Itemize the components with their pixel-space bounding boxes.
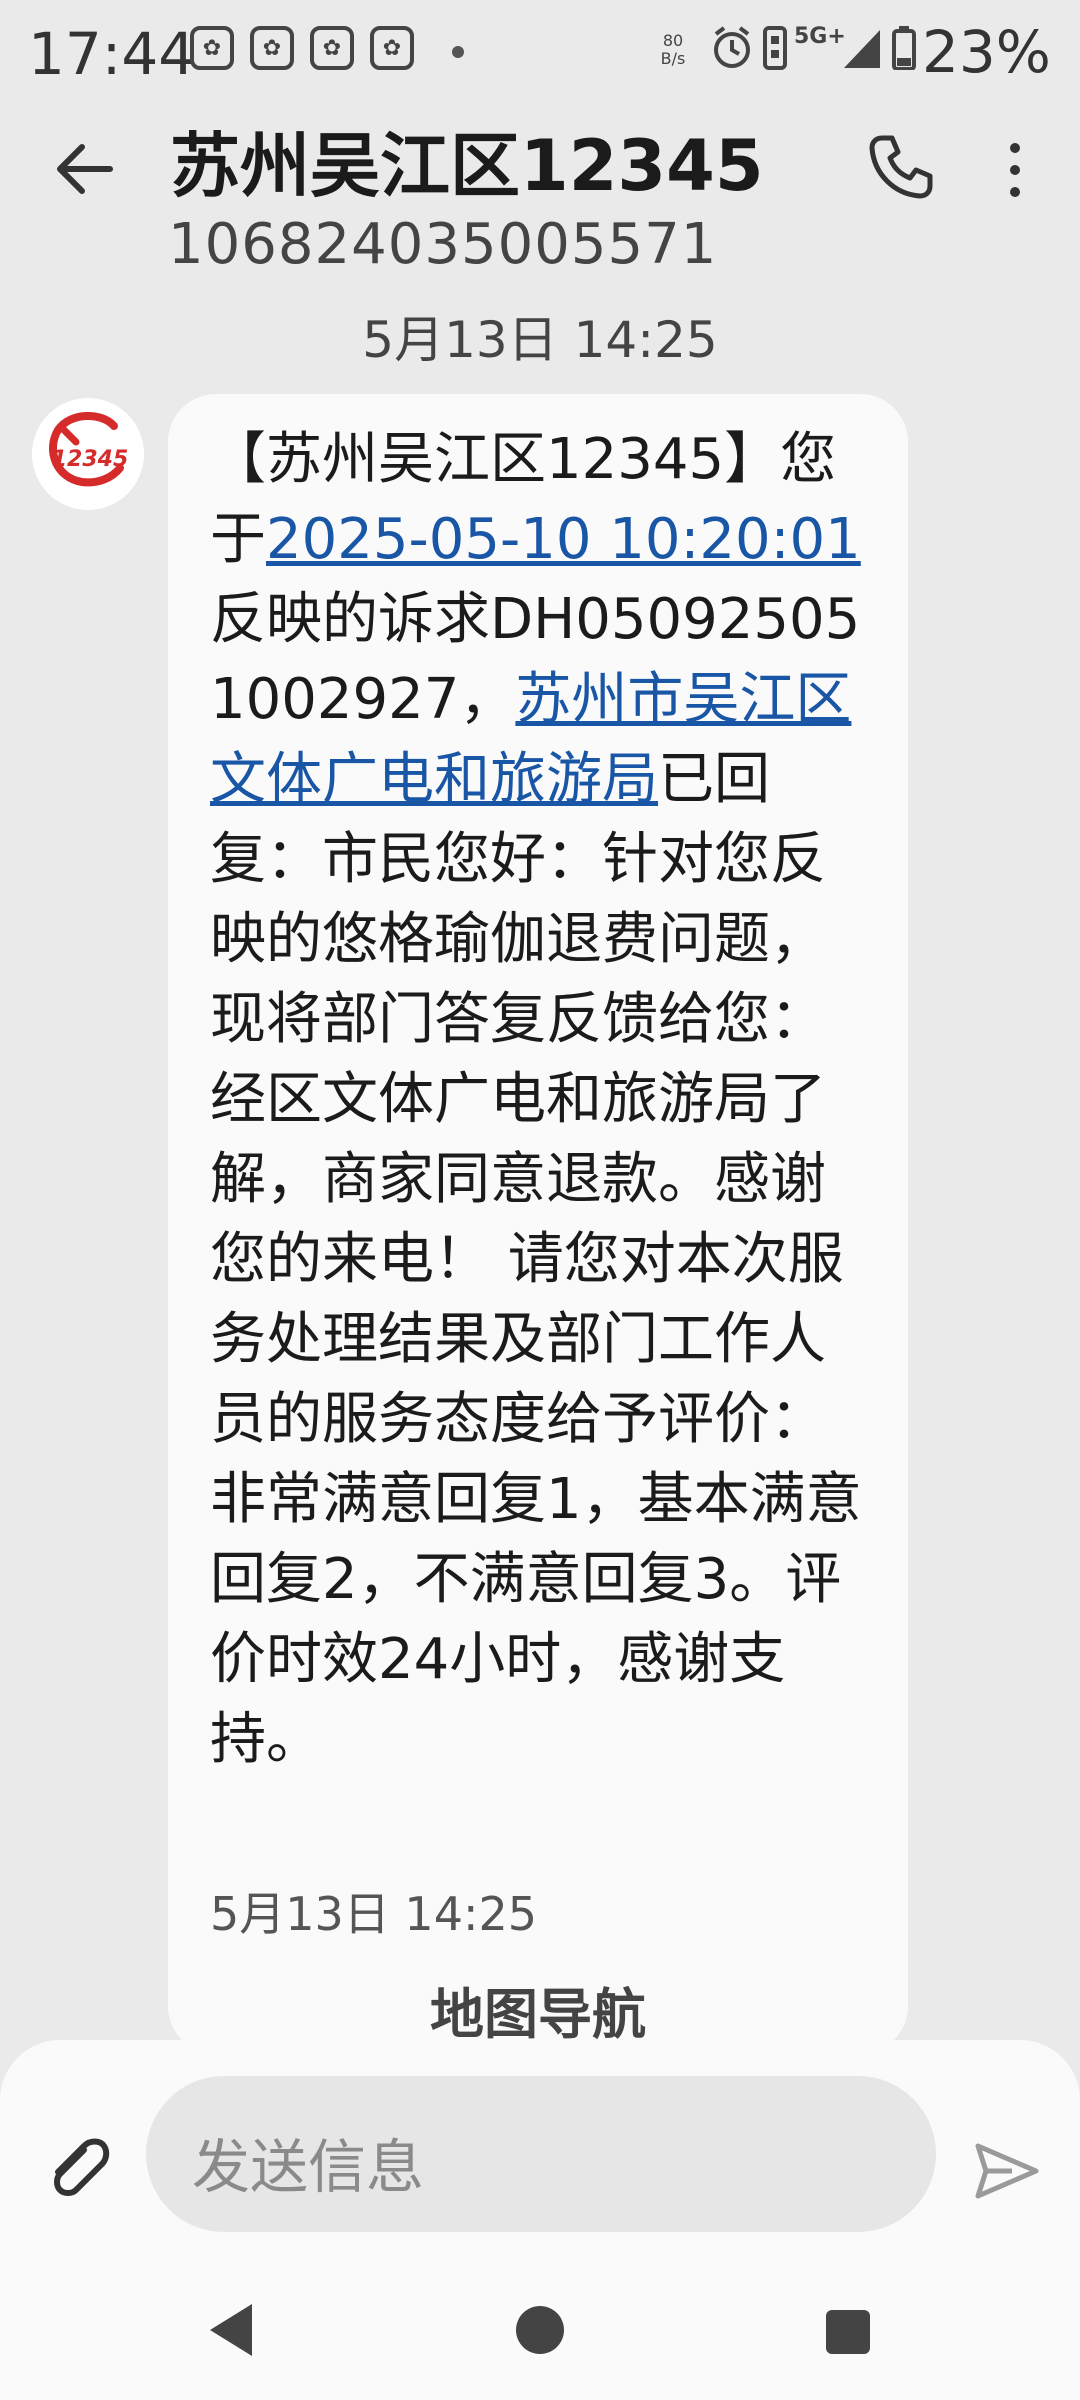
datetime-link[interactable]: 2025-05-10 10:20:01 — [266, 507, 861, 572]
signal-icon — [844, 30, 880, 68]
battery-percent: 23% — [922, 18, 1051, 86]
network-type: 5G+ — [794, 24, 846, 49]
date-divider: 5月13日 14:25 — [362, 311, 718, 369]
net-speed-unit: B/s — [660, 49, 686, 68]
send-icon[interactable] — [972, 2136, 1042, 2206]
more-notifications-dot — [452, 46, 464, 58]
conversation-title: 苏州吴江区12345 — [170, 125, 764, 207]
sender-avatar[interactable]: 12345 — [32, 398, 144, 510]
message-text: 【苏州吴江区12345】您于2025-05-10 10:20:01反映的诉求DH… — [210, 420, 870, 1780]
avatar-logo-text: 12345 — [52, 447, 129, 472]
message-input-placeholder: 发送信息 — [192, 2133, 425, 2201]
battery-icon — [892, 26, 916, 70]
phone-icon[interactable] — [868, 134, 934, 200]
nav-home-icon[interactable] — [516, 2306, 564, 2354]
status-bar: 17:44 ✿ ✿ ✿ ✿ 80 B/s 5G+ 23% — [0, 0, 1080, 108]
map-navigation-button[interactable]: 地图导航 — [168, 1970, 908, 2049]
message-text-part: 已回复：市民您好：针对您反映的悠格瑜伽退费问题，现将部门答复反馈给您：经区文体广… — [210, 747, 862, 1772]
paw-icon: ✿ — [190, 26, 234, 70]
back-arrow-icon[interactable] — [50, 134, 120, 204]
paw-icon: ✿ — [310, 26, 354, 70]
alarm-icon — [714, 26, 750, 68]
paw-icon: ✿ — [370, 26, 414, 70]
more-vert-icon[interactable] — [1002, 140, 1028, 200]
nav-recents-icon[interactable] — [826, 2310, 870, 2354]
net-speed: 80 B/s — [656, 32, 690, 68]
message-timestamp: 5月13日 14:25 — [210, 1887, 537, 1941]
attach-icon[interactable] — [44, 2132, 114, 2202]
status-time: 17:44 — [28, 20, 196, 88]
paw-icon: ✿ — [250, 26, 294, 70]
vibrate-icon — [763, 26, 787, 70]
nav-back-icon[interactable] — [206, 2300, 256, 2360]
sender-number: 106824035005571 — [168, 212, 718, 277]
notification-icons: ✿ ✿ ✿ ✿ — [190, 26, 414, 70]
net-speed-value: 80 — [662, 31, 684, 50]
